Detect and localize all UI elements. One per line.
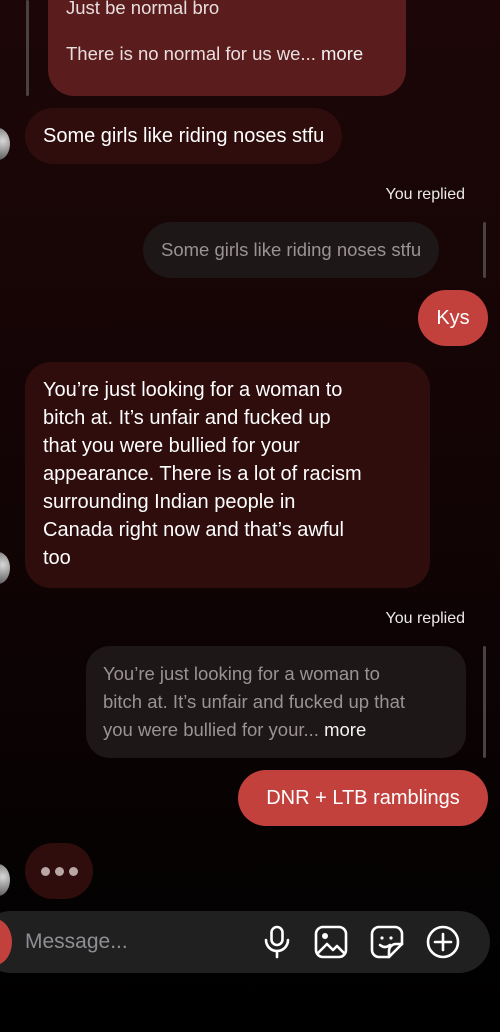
plus-circle-icon[interactable] xyxy=(425,924,461,960)
typing-dot xyxy=(40,866,50,876)
message-line: appearance. There is a lot of racism xyxy=(43,463,362,485)
you-replied-label: You replied xyxy=(385,186,465,203)
avatar[interactable] xyxy=(0,128,10,160)
microphone-icon[interactable] xyxy=(259,924,295,960)
received-message-bubble[interactable]: You’re just looking for a woman to bitch… xyxy=(25,362,430,588)
quoted-message-bubble[interactable]: Just be normal bro There is no normal fo… xyxy=(48,0,406,96)
reply-quote-text: Some girls like riding noses stfu xyxy=(161,239,422,260)
reply-indicator-bar xyxy=(483,646,486,758)
message-line: bitch at. It’s unfair and fucked up xyxy=(43,407,331,429)
message-text: Kys xyxy=(436,307,470,329)
message-line: Canada right now and that’s awful xyxy=(43,519,344,541)
gallery-icon[interactable] xyxy=(313,924,349,960)
message-text: DNR + LTB ramblings xyxy=(266,787,460,809)
you-replied-label: You replied xyxy=(385,610,465,627)
message-line: that you were bullied for your xyxy=(43,435,300,457)
reply-quote-line: You’re just looking for a woman to xyxy=(103,663,380,684)
avatar[interactable] xyxy=(0,864,10,896)
reply-indicator-bar xyxy=(26,0,29,96)
reply-quote-bubble[interactable]: You’re just looking for a woman to bitch… xyxy=(86,646,466,758)
message-text: Some girls like riding noses stfu xyxy=(43,125,325,147)
typing-indicator xyxy=(25,843,93,899)
message-line: surrounding Indian people in xyxy=(43,491,296,513)
more-link[interactable]: more xyxy=(321,43,363,64)
received-message-bubble[interactable]: Some girls like riding noses stfu xyxy=(25,108,343,164)
sent-message-bubble[interactable]: DNR + LTB ramblings xyxy=(238,770,488,826)
typing-dot xyxy=(54,866,64,876)
reply-quote-line: bitch at. It’s unfair and fucked up that xyxy=(103,691,406,712)
reply-indicator-bar xyxy=(483,222,486,278)
message-input[interactable] xyxy=(25,926,245,958)
quoted-partial-line: Just be normal bro xyxy=(66,0,220,18)
more-link[interactable]: more xyxy=(324,719,366,740)
typing-dot xyxy=(68,866,78,876)
sent-message-bubble[interactable]: Kys xyxy=(418,290,488,346)
quoted-text: There is no normal for us we... xyxy=(66,43,316,64)
avatar[interactable] xyxy=(0,552,10,584)
reply-quote-bubble[interactable]: Some girls like riding noses stfu xyxy=(143,222,440,278)
sticker-icon[interactable] xyxy=(369,924,405,960)
reply-quote-line: you were bullied for your... xyxy=(103,719,319,740)
message-line: You’re just looking for a woman to xyxy=(43,379,343,401)
chat-screen: Just be normal bro There is no normal fo… xyxy=(0,0,500,1032)
message-line: too xyxy=(43,547,71,569)
